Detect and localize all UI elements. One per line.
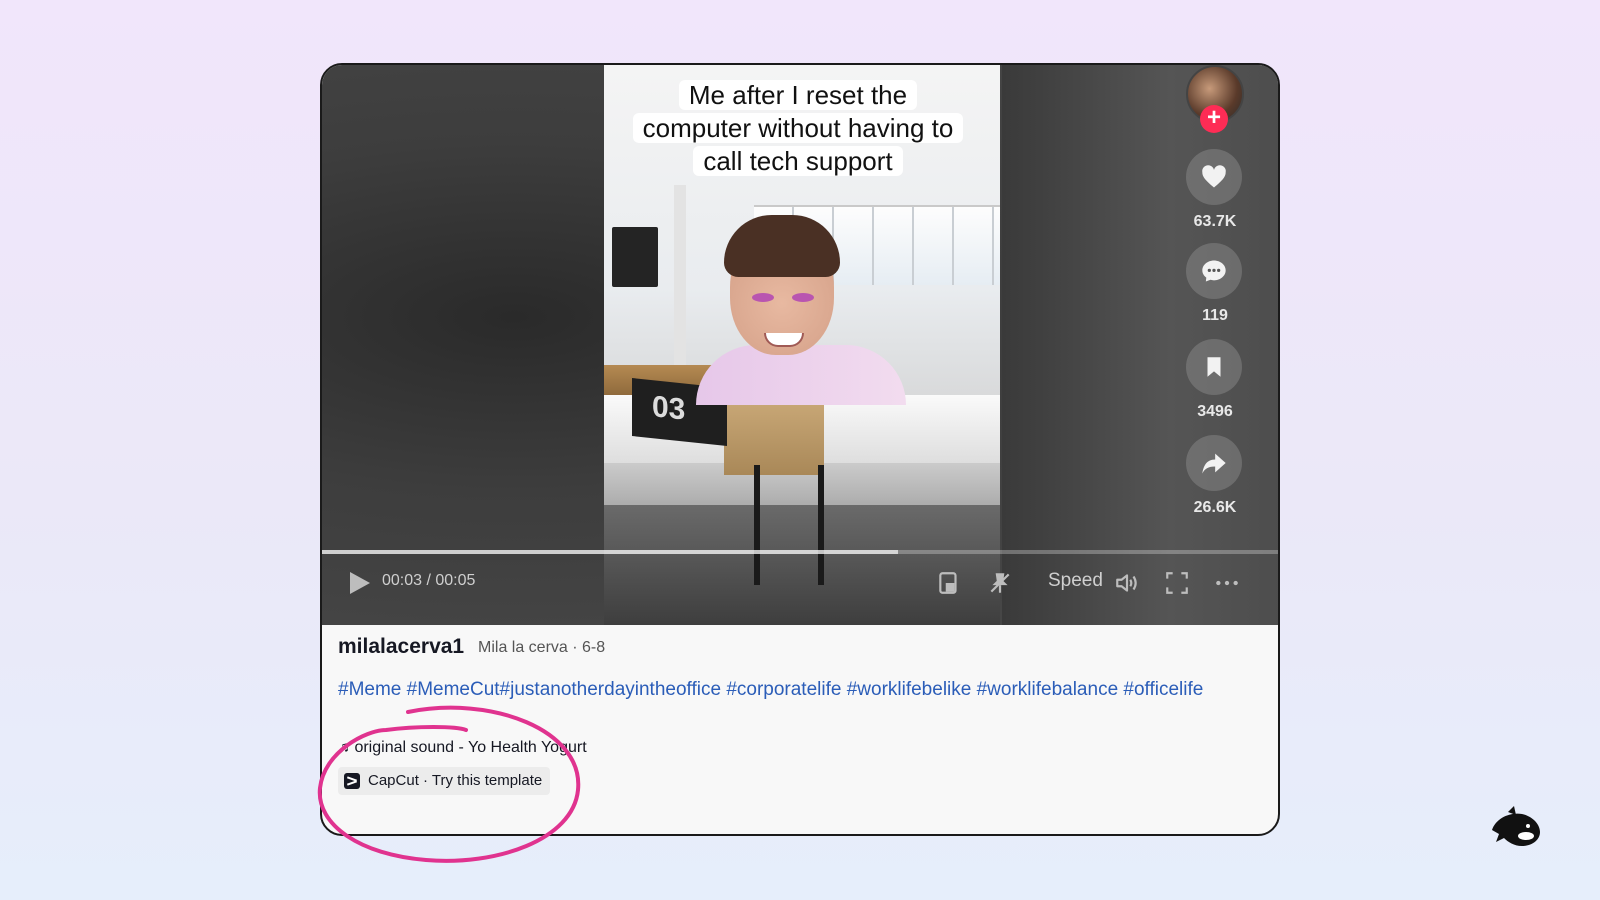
wall-tv — [612, 227, 658, 287]
username-link[interactable]: milalacerva1 — [338, 635, 464, 659]
video-player[interactable]: 03 Me after I reset the computer without… — [322, 65, 1278, 625]
video-caption: Me after I reset the computer without ha… — [628, 79, 968, 178]
sound-link[interactable]: ♫ original sound - Yo Health Yogurt — [338, 739, 587, 757]
orca-logo-icon — [1492, 806, 1540, 846]
time-display: 00:03 / 00:05 — [382, 572, 476, 589]
share-icon — [1202, 453, 1226, 474]
fullscreen-icon[interactable] — [1164, 570, 1190, 596]
desk-drawer — [724, 400, 824, 475]
person-shirt — [696, 345, 906, 405]
person-eye-right — [792, 293, 814, 302]
speed-button[interactable]: Speed — [1048, 570, 1103, 592]
share-count: 26.6K — [1193, 499, 1237, 516]
heart-icon — [1202, 165, 1226, 188]
sound-label: original sound - Yo Health Yogurt — [354, 739, 587, 756]
capcut-label: CapCut · Try this template — [368, 772, 543, 789]
follow-plus-icon[interactable]: + — [1200, 105, 1228, 133]
play-icon[interactable] — [350, 572, 370, 594]
capcut-template-button[interactable]: CapCut · Try this template — [338, 767, 551, 795]
person-eye-left — [752, 293, 774, 302]
progress-fill — [322, 550, 898, 554]
wall-panel — [674, 185, 686, 385]
video-card: 03 Me after I reset the computer without… — [320, 63, 1280, 836]
hashtags[interactable]: #Meme #MemeCut#justanotherdayintheoffice… — [338, 677, 1238, 702]
capcut-icon — [344, 773, 360, 789]
picture-in-picture-icon[interactable] — [936, 570, 962, 596]
video-frame[interactable]: 03 Me after I reset the computer without… — [604, 65, 1000, 625]
progress-bar[interactable] — [322, 550, 1278, 554]
pin-icon[interactable] — [987, 570, 1013, 596]
blurred-background — [1002, 65, 1278, 625]
video-caption-text: Me after I reset the computer without ha… — [632, 80, 964, 176]
player-controls: 00:03 / 00:05 Speed — [322, 562, 1278, 606]
share-button[interactable] — [1186, 435, 1242, 491]
save-button[interactable] — [1186, 339, 1242, 395]
more-icon[interactable] — [1214, 570, 1240, 596]
like-count: 63.7K — [1193, 213, 1237, 230]
bookmark-icon — [1207, 357, 1221, 377]
comment-button[interactable] — [1186, 243, 1242, 299]
like-button[interactable] — [1186, 149, 1242, 205]
nickname-date: Mila la cerva · 6-8 — [478, 639, 606, 656]
save-count: 3496 — [1197, 403, 1233, 420]
comment-count: 119 — [1202, 307, 1228, 324]
volume-icon[interactable] — [1114, 570, 1140, 596]
music-note-icon: ♫ — [338, 739, 350, 756]
comment-icon — [1202, 260, 1226, 282]
